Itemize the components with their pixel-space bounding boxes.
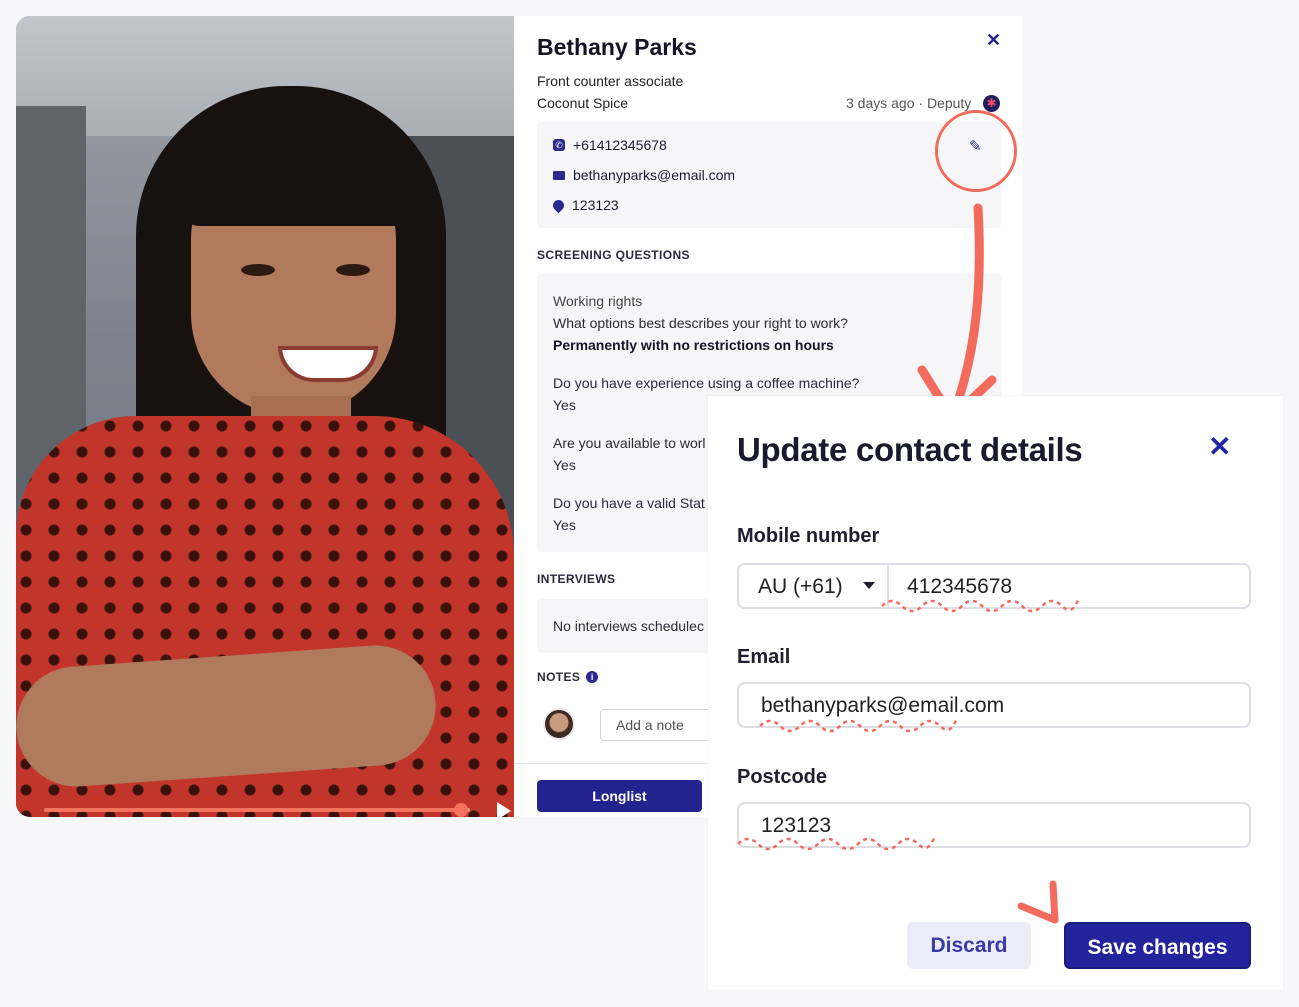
notes-header: NOTES i [537,670,599,684]
annotation-check [1017,880,1059,924]
postcode-label: Postcode [737,766,828,788]
email-input-value[interactable]: bethanyparks@email.com [761,694,1004,718]
candidate-role: Front counter associate [537,73,684,89]
country-code-select[interactable]: AU (+61) [739,565,889,607]
modal-title: Update contact details [737,431,1083,468]
squiggle-underline [759,719,958,733]
question-category: Working rights [553,293,643,309]
phone-icon: ✆ [553,139,565,151]
squiggle-underline [737,837,936,851]
interviews-title: INTERVIEWS [537,572,616,586]
email-label: Email [737,646,791,668]
contact-email-row: bethanyparks@email.com [553,167,735,183]
contact-phone: +61412345678 [573,137,667,153]
close-icon[interactable]: ✕ [986,30,1001,51]
squiggle-underline [881,599,1080,613]
modal-close-icon[interactable]: ✕ [1208,430,1231,463]
contact-email: bethanyparks@email.com [573,167,736,183]
question-text: Are you available to worl [553,435,706,451]
save-changes-button[interactable]: Save changes [1064,922,1251,969]
candidate-source-meta: 3 days ago · Deputy [846,95,972,111]
update-contact-modal: Update contact details ✕ Mobile number A… [708,396,1283,990]
video-player[interactable] [16,16,514,817]
question-answer: Yes [553,457,576,473]
mobile-label: Mobile number [737,525,880,547]
deputy-logo-icon: ✱ [983,95,1000,112]
question-answer: Yes [553,397,576,413]
screening-title: SCREENING QUESTIONS [537,248,690,262]
country-code-value: AU (+61) [758,575,843,598]
video-progress-bar[interactable] [44,803,470,817]
interviews-empty-text: No interviews schedulec [553,618,704,634]
info-icon[interactable]: i [586,671,599,683]
video-eye [336,264,370,276]
avatar [543,708,575,740]
contact-phone-row: ✆ +61412345678 [553,137,667,153]
mail-icon [553,170,565,180]
location-pin-icon [550,197,567,213]
question-answer: Permanently with no restrictions on hour… [553,337,834,353]
question-text: Do you have experience using a coffee ma… [553,375,860,391]
longlist-button[interactable]: Longlist [537,780,702,812]
candidate-company: Coconut Spice [537,95,629,111]
question-answer: Yes [553,517,576,533]
question-text: What options best describes your right t… [553,315,848,331]
contact-postcode: 123123 [572,197,619,213]
chevron-down-icon [863,582,875,589]
contact-postcode-row: 123123 [550,197,619,213]
candidate-name: Bethany Parks [537,34,697,60]
annotation-circle [935,110,1017,192]
video-eye [241,264,275,276]
play-icon[interactable] [497,802,511,817]
question-text: Do you have a valid Stat [553,495,705,511]
notes-title: NOTES [537,670,581,684]
video-progress-fill [44,808,462,812]
discard-button[interactable]: Discard [907,922,1031,969]
